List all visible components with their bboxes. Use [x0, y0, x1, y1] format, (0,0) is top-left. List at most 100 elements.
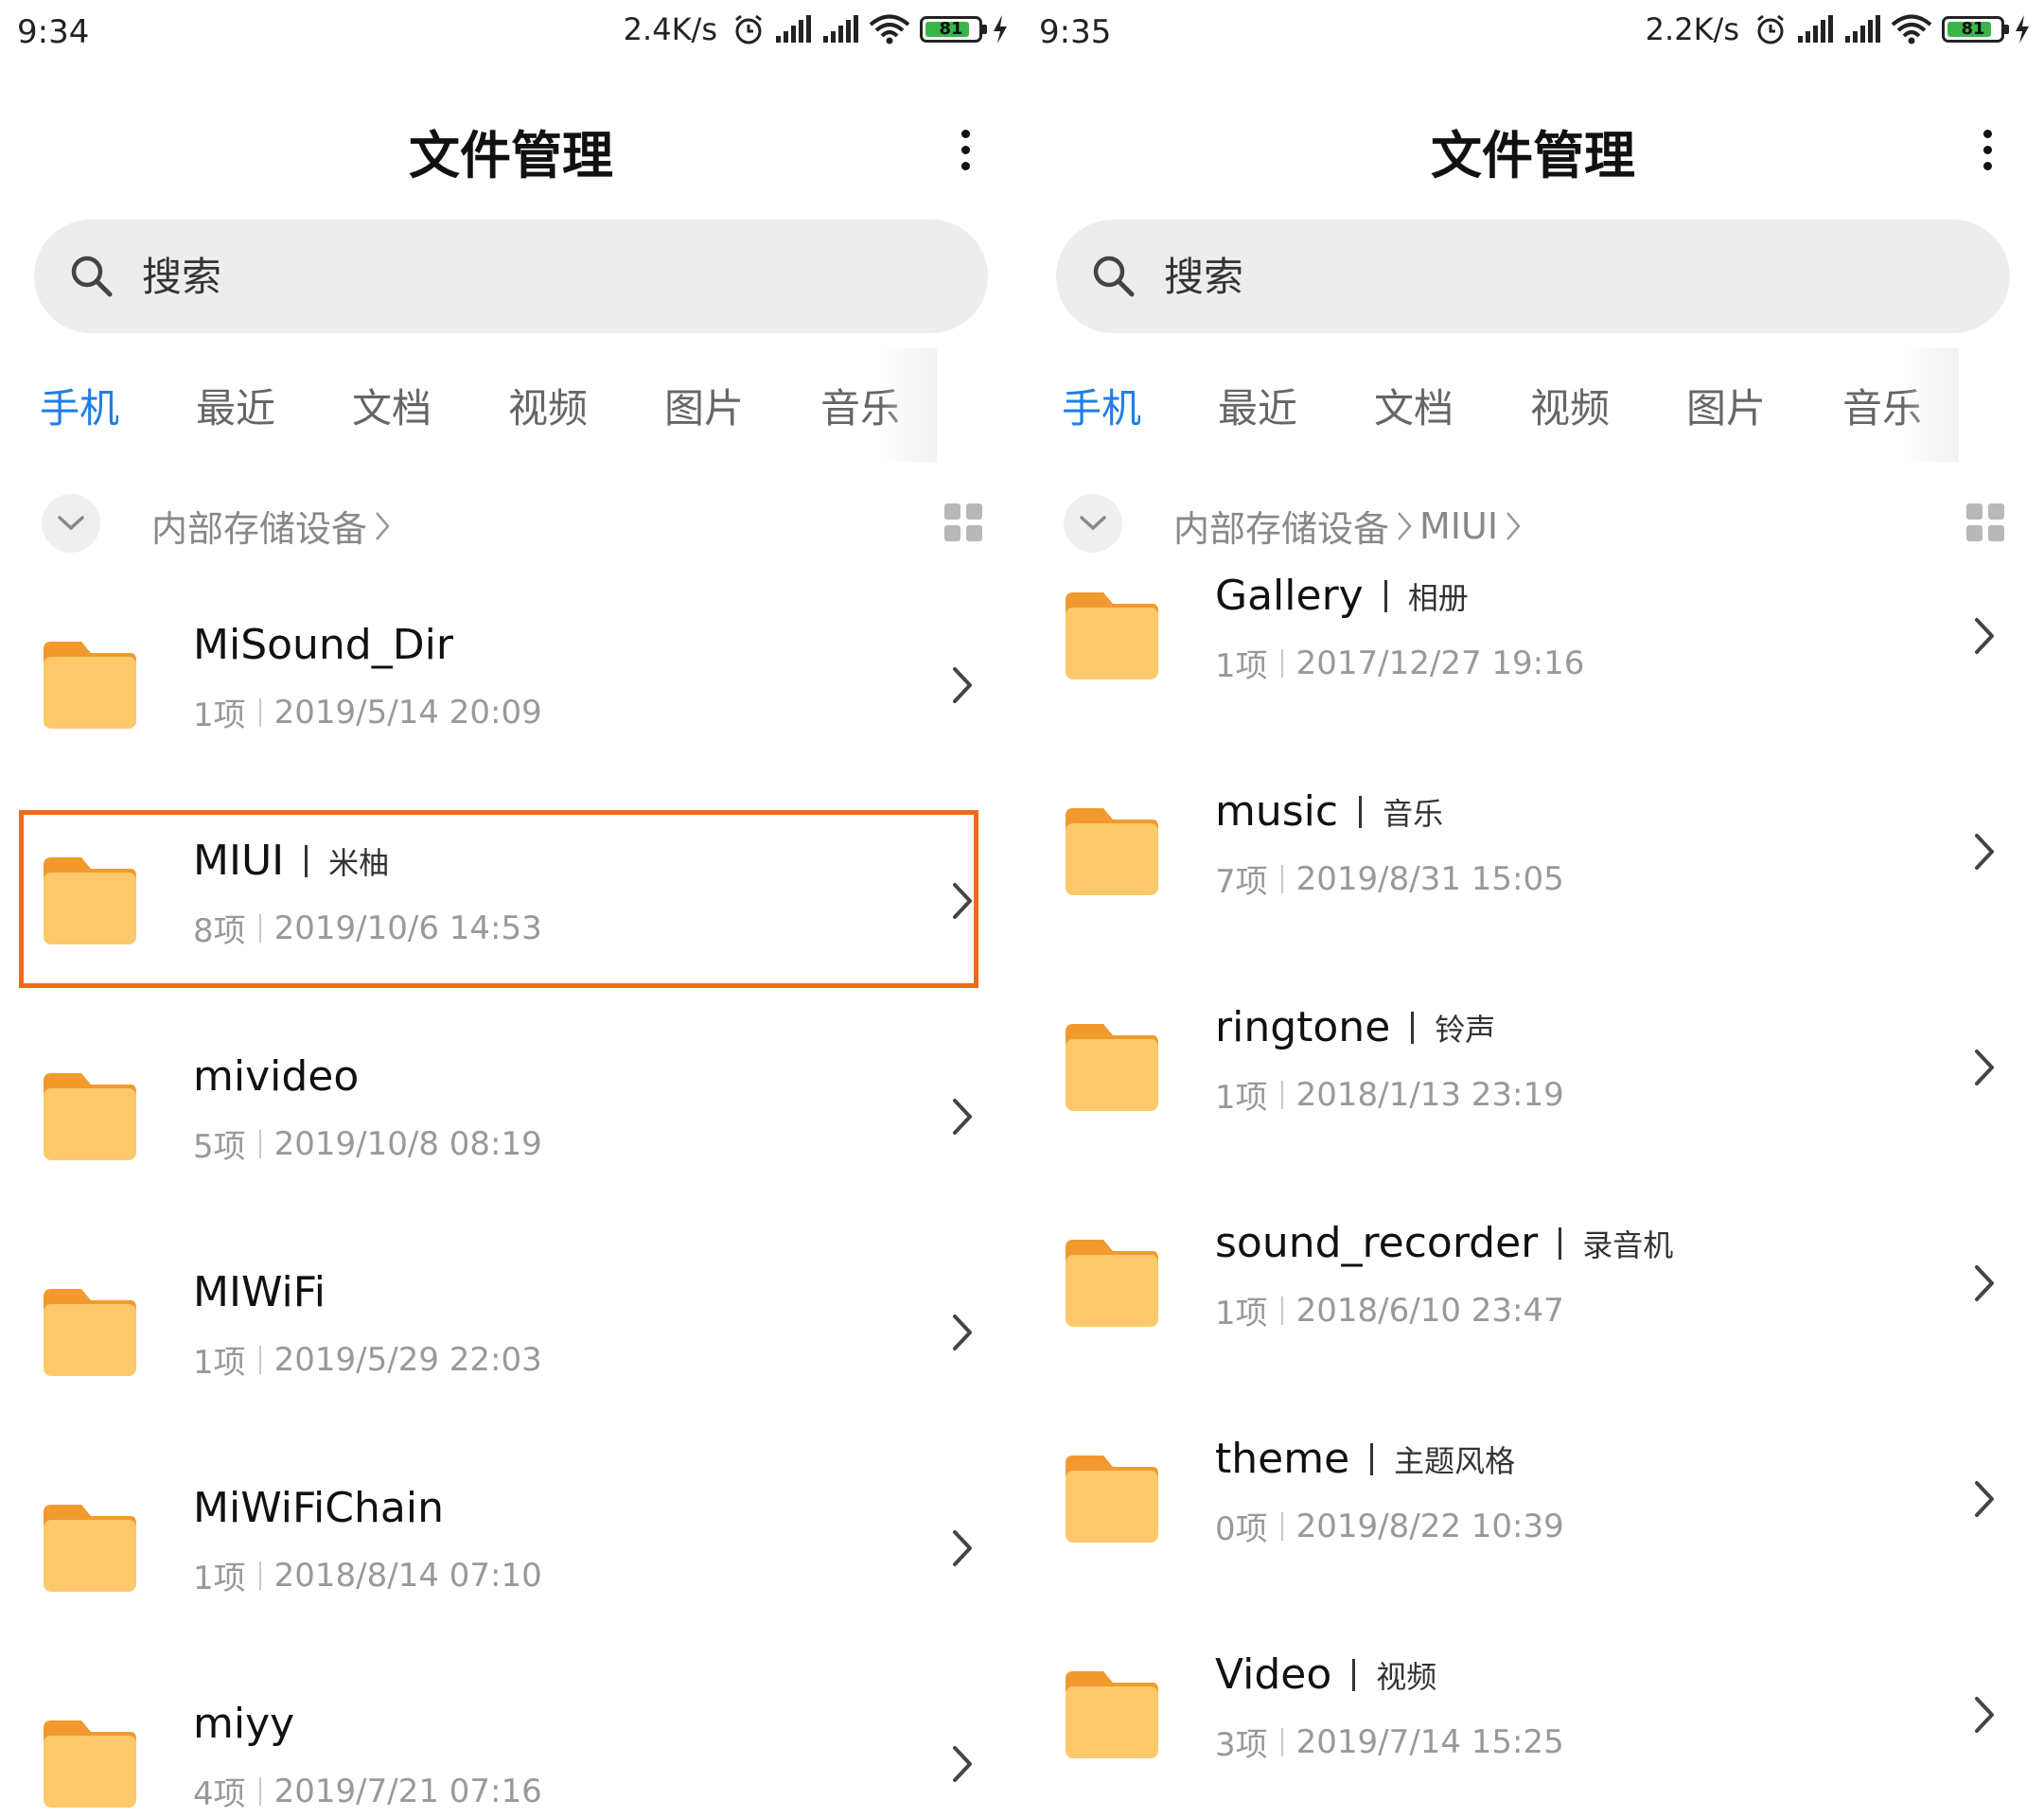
grid-view-icon[interactable]: [944, 503, 982, 541]
search-bar[interactable]: [1056, 220, 2010, 333]
status-icons: 2.4K/s 81: [624, 11, 1009, 47]
list-item[interactable]: MIWiFi 1项 2019/5/29 22:03: [0, 1234, 1022, 1450]
folder-modified-date: 2019/5/29 22:03: [273, 1340, 542, 1379]
signal-icon: [1796, 15, 1834, 44]
folder-meta: 4项 2019/7/21 07:16: [193, 1768, 542, 1814]
folder-icon: [1066, 592, 1158, 679]
list-item[interactable]: Gallery 相册 1项 2017/12/27 19:16: [1022, 538, 2044, 753]
folder-modified-date: 2018/6/10 23:47: [1295, 1291, 1564, 1330]
chevron-right-icon[interactable]: [1972, 615, 1997, 657]
title-bar: 文件管理: [1022, 95, 2044, 199]
folder-list: Gallery 相册 1项 2017/12/27 19:16 music 音乐 7项 2019…: [1022, 538, 2044, 1817]
folder-icon: [44, 1289, 136, 1376]
tab-documents[interactable]: 文档: [352, 377, 432, 434]
folder-meta: 0项 2019/8/22 10:39: [1215, 1503, 1564, 1549]
folder-name: music: [1215, 787, 1339, 836]
folder-item-count: 3项: [1215, 1726, 1268, 1764]
signal-icon: [774, 15, 812, 44]
alarm-icon: [732, 13, 765, 45]
list-item[interactable]: Video 视频 3项 2019/7/14 15:25: [1022, 1616, 2044, 1817]
folder-meta: 8项 2019/10/6 14:53: [193, 905, 542, 951]
meta-divider: [258, 913, 261, 943]
chevron-right-icon[interactable]: [1972, 1262, 1997, 1304]
chevron-right-icon[interactable]: [1972, 1047, 1997, 1088]
battery-level: 81: [939, 19, 963, 39]
chevron-right-icon[interactable]: [950, 1096, 975, 1138]
list-item[interactable]: sound_recorder 录音机 1项 2018/6/10 23:47: [1022, 1185, 2044, 1401]
tab-videos[interactable]: 视频: [1530, 377, 1610, 434]
more-vertical-icon[interactable]: [1959, 121, 2016, 178]
screen-left: 9:34 2.4K/s 81 文件管理 搜索 手机 最近 文档 视频 图片 音乐…: [0, 0, 1022, 1817]
tab-videos[interactable]: 视频: [508, 377, 588, 434]
name-divider: [1383, 579, 1387, 612]
folder-item-count: 1项: [193, 1560, 246, 1597]
folder-name: MiSound_Dir: [193, 621, 453, 669]
folder-icon: [1066, 1024, 1158, 1111]
meta-divider: [258, 697, 261, 727]
list-item[interactable]: MiSound_Dir 1项 2019/5/14 20:09: [0, 587, 1022, 803]
name-divider: [305, 844, 308, 877]
wifi-icon: [1891, 14, 1932, 44]
chevron-right-icon[interactable]: [950, 1312, 975, 1353]
list-item[interactable]: mivideo 5项 2019/10/8 08:19: [0, 1018, 1022, 1234]
tabs-fade: [880, 348, 937, 462]
folder-title: theme 主题风格: [1215, 1435, 1515, 1483]
folder-item-count: 1项: [1215, 647, 1268, 685]
charging-icon: [2014, 15, 2031, 44]
folder-meta: 1项 2018/1/13 23:19: [1215, 1071, 1564, 1118]
search-input[interactable]: [1164, 253, 1921, 300]
meta-divider: [258, 1776, 261, 1806]
folder-modified-date: 2019/7/14 15:25: [1295, 1722, 1564, 1761]
chevron-right-icon[interactable]: [1972, 1694, 1997, 1736]
folder-icon: [44, 1720, 136, 1808]
more-vertical-icon[interactable]: [937, 121, 994, 178]
search-input[interactable]: [142, 253, 899, 300]
chevron-down-icon[interactable]: [42, 494, 100, 553]
chevron-right-icon[interactable]: [950, 880, 975, 922]
chevron-right-icon[interactable]: [950, 664, 975, 706]
list-item[interactable]: theme 主题风格 0项 2019/8/22 10:39: [1022, 1401, 2044, 1616]
folder-icon: [1066, 1455, 1158, 1543]
folder-alias: 相册: [1407, 579, 1469, 616]
folder-name: Video: [1215, 1650, 1332, 1699]
folder-title: MiSound_Dir: [193, 621, 453, 669]
chevron-right-icon[interactable]: [950, 1743, 975, 1785]
meta-divider: [1280, 1080, 1283, 1109]
tab-documents[interactable]: 文档: [1374, 377, 1454, 434]
tab-recent[interactable]: 最近: [196, 377, 275, 434]
chevron-right-icon[interactable]: [950, 1527, 975, 1569]
tab-recent[interactable]: 最近: [1218, 377, 1297, 434]
breadcrumb-item-internal-storage[interactable]: 内部存储设备: [151, 500, 367, 552]
tab-images[interactable]: 图片: [664, 377, 744, 434]
meta-divider: [1280, 1727, 1283, 1756]
folder-name: MiWiFiChain: [193, 1484, 444, 1532]
folder-modified-date: 2019/5/14 20:09: [273, 693, 542, 732]
name-divider: [1352, 1658, 1356, 1691]
folder-alias: 音乐: [1383, 795, 1444, 832]
folder-title: MIUI 米柚: [193, 837, 389, 885]
folder-title: Video 视频: [1215, 1650, 1436, 1699]
page-title: 文件管理: [1431, 126, 1635, 185]
wifi-icon: [869, 14, 910, 44]
folder-item-count: 4项: [193, 1775, 246, 1813]
chevron-right-icon[interactable]: [1972, 831, 1997, 873]
search-bar[interactable]: [34, 220, 988, 333]
tab-phone[interactable]: 手机: [40, 377, 119, 434]
meta-divider: [1280, 864, 1283, 893]
list-item[interactable]: ringtone 铃声 1项 2018/1/13 23:19: [1022, 969, 2044, 1185]
title-bar: 文件管理: [0, 95, 1022, 199]
battery-level: 81: [1961, 19, 1985, 39]
folder-alias: 主题风格: [1394, 1442, 1516, 1479]
chevron-right-icon[interactable]: [1972, 1478, 1997, 1520]
name-divider: [1370, 1442, 1374, 1475]
folder-item-count: 7项: [1215, 863, 1268, 901]
list-item[interactable]: MIUI 米柚 8项 2019/10/6 14:53: [0, 803, 1022, 1018]
list-item[interactable]: miyy 4项 2019/7/21 07:16: [0, 1666, 1022, 1817]
tab-phone[interactable]: 手机: [1062, 377, 1141, 434]
grid-view-icon[interactable]: [1966, 503, 2004, 541]
list-item[interactable]: MiWiFiChain 1项 2018/8/14 07:10: [0, 1450, 1022, 1666]
battery-icon: 81: [1942, 16, 2009, 43]
list-item[interactable]: music 音乐 7项 2019/8/31 15:05: [1022, 753, 2044, 969]
folder-meta: 1项 2019/5/14 20:09: [193, 689, 542, 735]
tab-images[interactable]: 图片: [1686, 377, 1766, 434]
